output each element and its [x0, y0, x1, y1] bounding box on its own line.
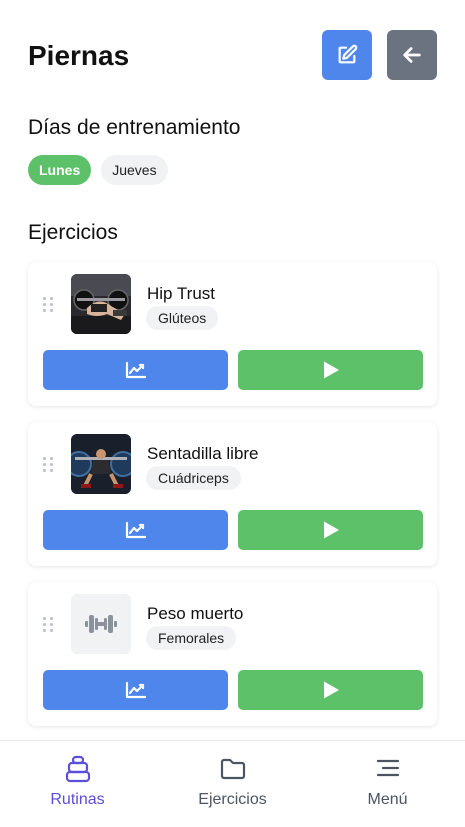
chart-line-icon	[125, 681, 146, 699]
muscle-badge: Femorales	[146, 626, 237, 650]
folder-icon	[220, 758, 245, 780]
drag-handle-icon[interactable]	[43, 617, 55, 633]
exercise-name: Sentadilla libre	[147, 444, 259, 463]
play-button[interactable]	[238, 350, 423, 390]
dumbbell-weight-icon	[65, 755, 90, 783]
nav-label: Menú	[367, 791, 408, 808]
play-icon	[323, 521, 339, 539]
arrow-left-icon	[403, 47, 421, 63]
nav-item-ejercicios[interactable]: Ejercicios	[155, 741, 310, 827]
play-icon	[323, 361, 339, 379]
back-button[interactable]	[387, 30, 437, 80]
play-button[interactable]	[238, 670, 423, 710]
edit-icon	[338, 44, 358, 64]
bottom-nav: Rutinas Ejercicios Menú	[0, 740, 465, 827]
exercises-title: Ejercicios	[28, 221, 118, 244]
training-days-title: Días de entrenamiento	[28, 116, 241, 139]
exercise-thumbnail	[71, 434, 131, 494]
hip-thrust-photo	[71, 274, 131, 334]
stats-button[interactable]	[43, 510, 228, 550]
nav-label: Rutinas	[50, 791, 105, 808]
nav-label: Ejercicios	[198, 791, 267, 808]
play-button[interactable]	[238, 510, 423, 550]
stats-button[interactable]	[43, 350, 228, 390]
muscle-badge: Glúteos	[146, 306, 219, 330]
dumbbell-placeholder-icon	[85, 615, 117, 633]
drag-handle-icon[interactable]	[43, 457, 55, 473]
exercise-card: Sentadilla libre Cuádriceps	[28, 422, 437, 566]
nav-item-rutinas[interactable]: Rutinas	[0, 741, 155, 827]
play-icon	[323, 681, 339, 699]
exercise-name: Peso muerto	[147, 604, 244, 623]
menu-icon	[376, 759, 399, 777]
exercise-thumbnail	[71, 274, 131, 334]
nav-item-menu[interactable]: Menú	[310, 741, 465, 827]
squat-photo	[71, 434, 131, 494]
page-title: Piernas	[28, 40, 130, 71]
day-chip-jueves[interactable]: Jueves	[101, 155, 168, 185]
day-chip-lunes[interactable]: Lunes	[28, 155, 92, 185]
muscle-badge: Cuádriceps	[146, 466, 241, 490]
exercise-name: Hip Trust	[147, 284, 216, 303]
edit-button[interactable]	[322, 30, 372, 80]
exercise-thumbnail	[71, 594, 131, 654]
header: Piernas	[28, 30, 437, 80]
stats-button[interactable]	[43, 670, 228, 710]
exercise-card: Peso muerto Femorales	[28, 582, 437, 726]
chart-line-icon	[125, 361, 146, 379]
chart-line-icon	[125, 521, 146, 539]
exercise-card: Hip Trust Glúteos	[28, 262, 437, 406]
drag-handle-icon[interactable]	[43, 297, 55, 313]
training-days-list: Lunes Jueves	[28, 155, 168, 185]
